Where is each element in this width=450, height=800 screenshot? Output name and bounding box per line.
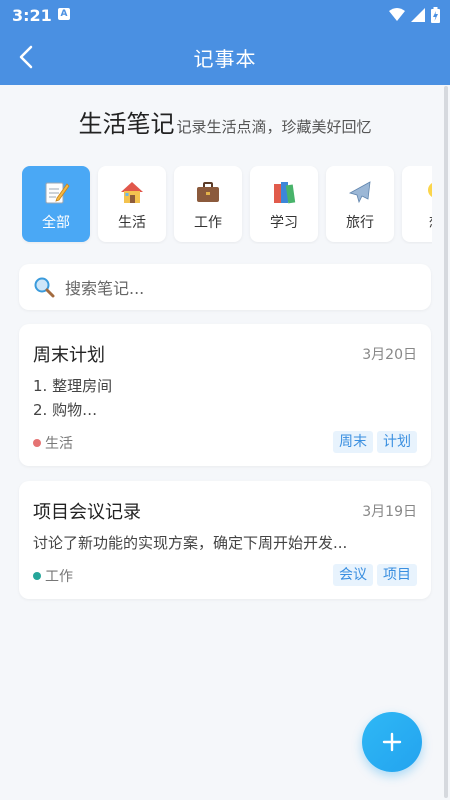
note-date: 3月20日 <box>362 347 417 363</box>
note-card[interactable]: 项目会议记录 3月19日 讨论了新功能的实现方案，确定下周开始开发... 工作 … <box>19 481 431 599</box>
status-icons <box>389 7 440 23</box>
hero-subtitle: 记录生活点滴，珍藏美好回忆 <box>176 118 372 136</box>
note-body: 讨论了新功能的实现方案，确定下周开始开发... <box>33 531 347 555</box>
search-input[interactable] <box>63 272 417 304</box>
signal-icon <box>411 8 425 22</box>
note-title: 周末计划 <box>33 345 105 366</box>
note-card[interactable]: 周末计划 3月20日 1. 整理房间 2. 购物… 生活 周末 计划 <box>19 324 431 466</box>
category-label: 生活 <box>118 215 146 231</box>
note-body-line: 2. 购物… <box>33 401 98 419</box>
tag[interactable]: 项目 <box>377 564 417 586</box>
battery-icon <box>431 7 440 23</box>
category-label: 学习 <box>270 215 298 231</box>
category-all[interactable]: 全部 <box>22 166 90 242</box>
lightbulb-icon <box>428 183 432 197</box>
search-icon <box>34 277 55 298</box>
memo-pencil-icon <box>45 182 70 204</box>
airplane-icon <box>348 181 371 204</box>
category-label: 全部 <box>42 215 70 231</box>
status-time: 3:21 <box>12 6 52 25</box>
notification-icon: A <box>58 8 70 20</box>
briefcase-icon <box>197 182 219 202</box>
search-bar <box>19 264 431 310</box>
tag[interactable]: 会议 <box>333 564 373 586</box>
wifi-icon <box>389 8 405 21</box>
note-body-line: 1. 整理房间 <box>33 377 113 395</box>
note-date: 3月19日 <box>362 504 417 520</box>
category-dot <box>33 572 41 580</box>
category-travel[interactable]: 旅行 <box>326 166 394 242</box>
note-category-label: 工作 <box>45 569 73 585</box>
note-category: 生活 <box>33 433 73 453</box>
note-tags: 会议 项目 <box>333 564 417 586</box>
house-icon <box>121 182 143 203</box>
scrollbar[interactable] <box>444 86 448 798</box>
add-note-button[interactable] <box>362 712 422 772</box>
hero-heading: 生活笔记 记录生活点滴，珍藏美好回忆 <box>0 104 450 139</box>
category-label: 想 <box>429 212 432 232</box>
category-study[interactable]: 学习 <box>250 166 318 242</box>
note-category: 工作 <box>33 566 73 586</box>
category-list: 全部 生活 工作 学习 旅行 <box>22 166 432 244</box>
note-body: 1. 整理房间 2. 购物… <box>33 374 112 422</box>
status-bar: 3:21 A <box>0 0 450 30</box>
category-dot <box>33 439 41 447</box>
category-ideas[interactable]: 想 <box>402 166 432 242</box>
category-label: 旅行 <box>346 215 374 231</box>
page-title: 记事本 <box>193 47 257 71</box>
note-tags: 周末 计划 <box>333 431 417 453</box>
tag[interactable]: 计划 <box>377 431 417 453</box>
app-bar: 记事本 <box>0 30 450 85</box>
category-label: 工作 <box>194 215 222 231</box>
category-work[interactable]: 工作 <box>174 166 242 242</box>
note-title: 项目会议记录 <box>33 502 141 523</box>
category-life[interactable]: 生活 <box>98 166 166 242</box>
hero-title: 生活笔记 <box>78 110 175 138</box>
plus-icon <box>382 732 402 752</box>
books-icon <box>274 182 296 204</box>
note-body-line: 讨论了新功能的实现方案，确定下周开始开发... <box>33 534 348 552</box>
tag[interactable]: 周末 <box>333 431 373 453</box>
note-category-label: 生活 <box>45 436 73 452</box>
